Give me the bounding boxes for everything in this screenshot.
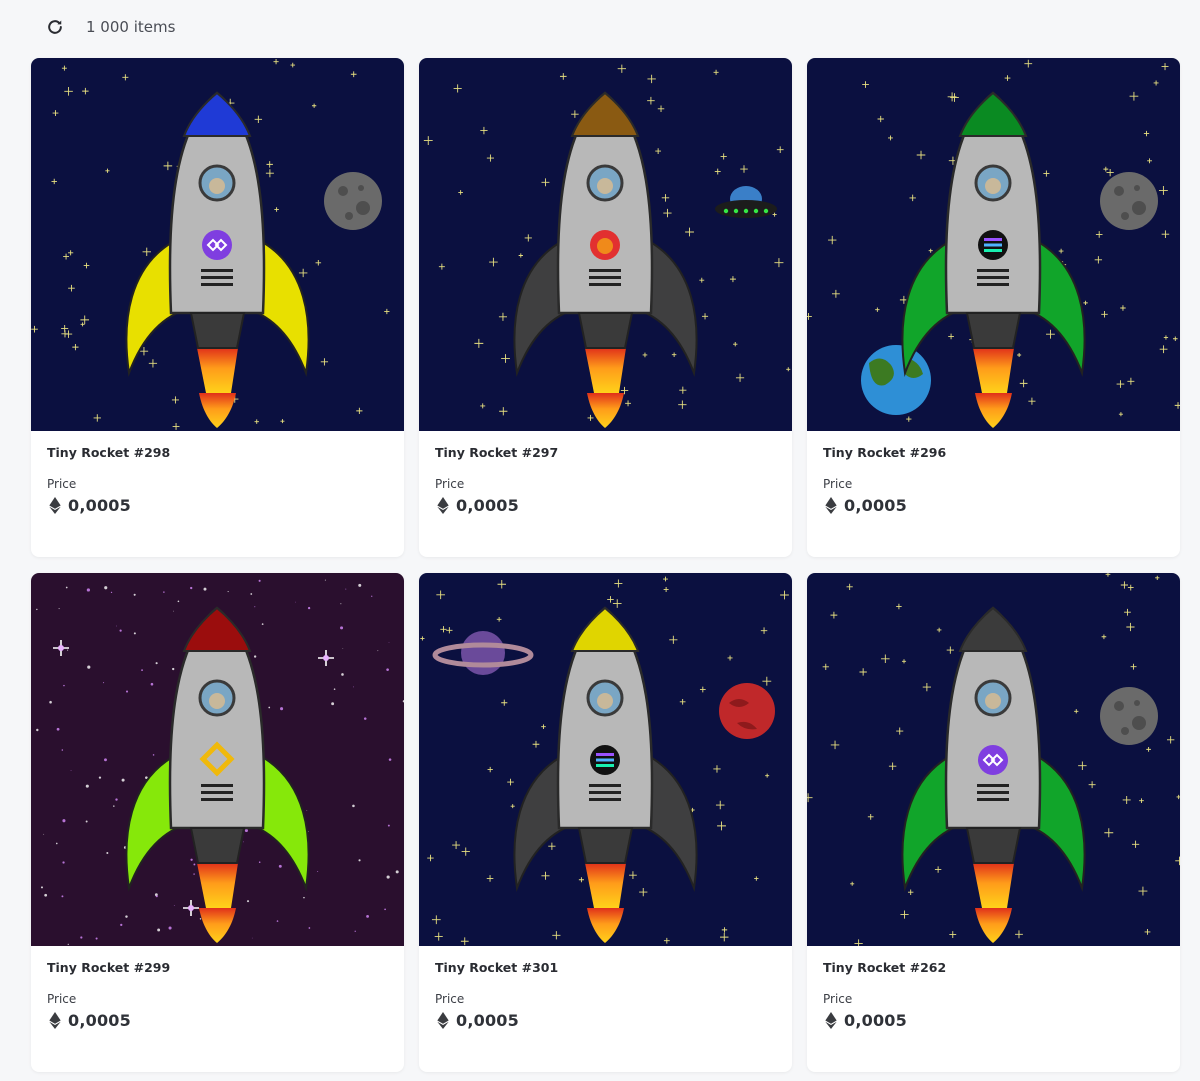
ethereum-icon bbox=[49, 1012, 61, 1029]
rocket-badge bbox=[978, 745, 1008, 775]
rocket-nozzle bbox=[577, 827, 634, 864]
price-value: 0,0005 bbox=[68, 496, 131, 515]
price-label: Price bbox=[823, 477, 853, 491]
price-row: 0,0005 bbox=[435, 496, 776, 515]
item-count: 1 000 items bbox=[86, 18, 176, 36]
card-info: Tiny Rocket #297 Price 0,0005 bbox=[419, 431, 792, 528]
price-value: 0,0005 bbox=[456, 496, 519, 515]
nft-card[interactable]: Tiny Rocket #298 Price 0,0005 bbox=[31, 58, 404, 557]
price-value: 0,0005 bbox=[844, 496, 907, 515]
earth bbox=[861, 345, 931, 415]
card-info: Tiny Rocket #299 Price 0,0005 bbox=[31, 946, 404, 1043]
card-info: Tiny Rocket #301 Price 0,0005 bbox=[419, 946, 792, 1043]
rocket-nozzle bbox=[189, 827, 246, 864]
nft-image bbox=[419, 573, 792, 946]
price-value: 0,0005 bbox=[844, 1011, 907, 1030]
card-info: Tiny Rocket #298 Price 0,0005 bbox=[31, 431, 404, 528]
price-row: 0,0005 bbox=[47, 496, 388, 515]
nft-name: Tiny Rocket #299 bbox=[47, 960, 171, 975]
card-info: Tiny Rocket #262 Price 0,0005 bbox=[807, 946, 1180, 1043]
nft-card[interactable]: Tiny Rocket #301 Price 0,0005 bbox=[419, 573, 792, 1072]
rocket-badge bbox=[978, 230, 1008, 260]
ethereum-icon bbox=[437, 497, 449, 514]
price-row: 0,0005 bbox=[823, 1011, 1164, 1030]
rocket-nozzle bbox=[577, 312, 634, 349]
nft-name: Tiny Rocket #297 bbox=[435, 445, 559, 460]
refresh-icon bbox=[48, 20, 62, 34]
moon bbox=[324, 172, 382, 230]
ethereum-icon bbox=[825, 497, 837, 514]
ethereum-icon bbox=[825, 1012, 837, 1029]
nft-name: Tiny Rocket #301 bbox=[435, 960, 559, 975]
nft-name: Tiny Rocket #262 bbox=[823, 960, 947, 975]
nft-grid: Tiny Rocket #298 Price 0,0005 Tiny Rocke… bbox=[31, 58, 1180, 1072]
price-label: Price bbox=[47, 477, 77, 491]
rocket-badge bbox=[202, 230, 232, 260]
nft-card[interactable]: Tiny Rocket #296 Price 0,0005 bbox=[807, 58, 1180, 557]
price-value: 0,0005 bbox=[456, 1011, 519, 1030]
card-info: Tiny Rocket #296 Price 0,0005 bbox=[807, 431, 1180, 528]
rocket-badge bbox=[590, 230, 620, 260]
ethereum-icon bbox=[49, 497, 61, 514]
nft-card[interactable]: Tiny Rocket #299 Price 0,0005 bbox=[31, 573, 404, 1072]
nft-image bbox=[807, 58, 1180, 431]
nft-image bbox=[31, 573, 404, 946]
price-label: Price bbox=[823, 992, 853, 1006]
nft-image bbox=[807, 573, 1180, 946]
rocket-nozzle bbox=[189, 312, 246, 349]
price-label: Price bbox=[47, 992, 77, 1006]
rocket-badge bbox=[590, 745, 620, 775]
nft-name: Tiny Rocket #296 bbox=[823, 445, 947, 460]
price-row: 0,0005 bbox=[47, 1011, 388, 1030]
nft-name: Tiny Rocket #298 bbox=[47, 445, 171, 460]
nft-card[interactable]: Tiny Rocket #297 Price 0,0005 bbox=[419, 58, 792, 557]
nft-image bbox=[31, 58, 404, 431]
price-row: 0,0005 bbox=[435, 1011, 776, 1030]
mars bbox=[719, 683, 775, 739]
refresh-button[interactable] bbox=[40, 12, 70, 42]
price-row: 0,0005 bbox=[823, 496, 1164, 515]
moon bbox=[1100, 687, 1158, 745]
ethereum-icon bbox=[437, 1012, 449, 1029]
nft-card[interactable]: Tiny Rocket #262 Price 0,0005 bbox=[807, 573, 1180, 1072]
rocket-nozzle bbox=[965, 312, 1022, 349]
price-label: Price bbox=[435, 477, 465, 491]
rocket-nozzle bbox=[965, 827, 1022, 864]
nft-image bbox=[419, 58, 792, 431]
moon bbox=[1100, 172, 1158, 230]
price-label: Price bbox=[435, 992, 465, 1006]
price-value: 0,0005 bbox=[68, 1011, 131, 1030]
toolbar: 1 000 items bbox=[40, 12, 175, 42]
